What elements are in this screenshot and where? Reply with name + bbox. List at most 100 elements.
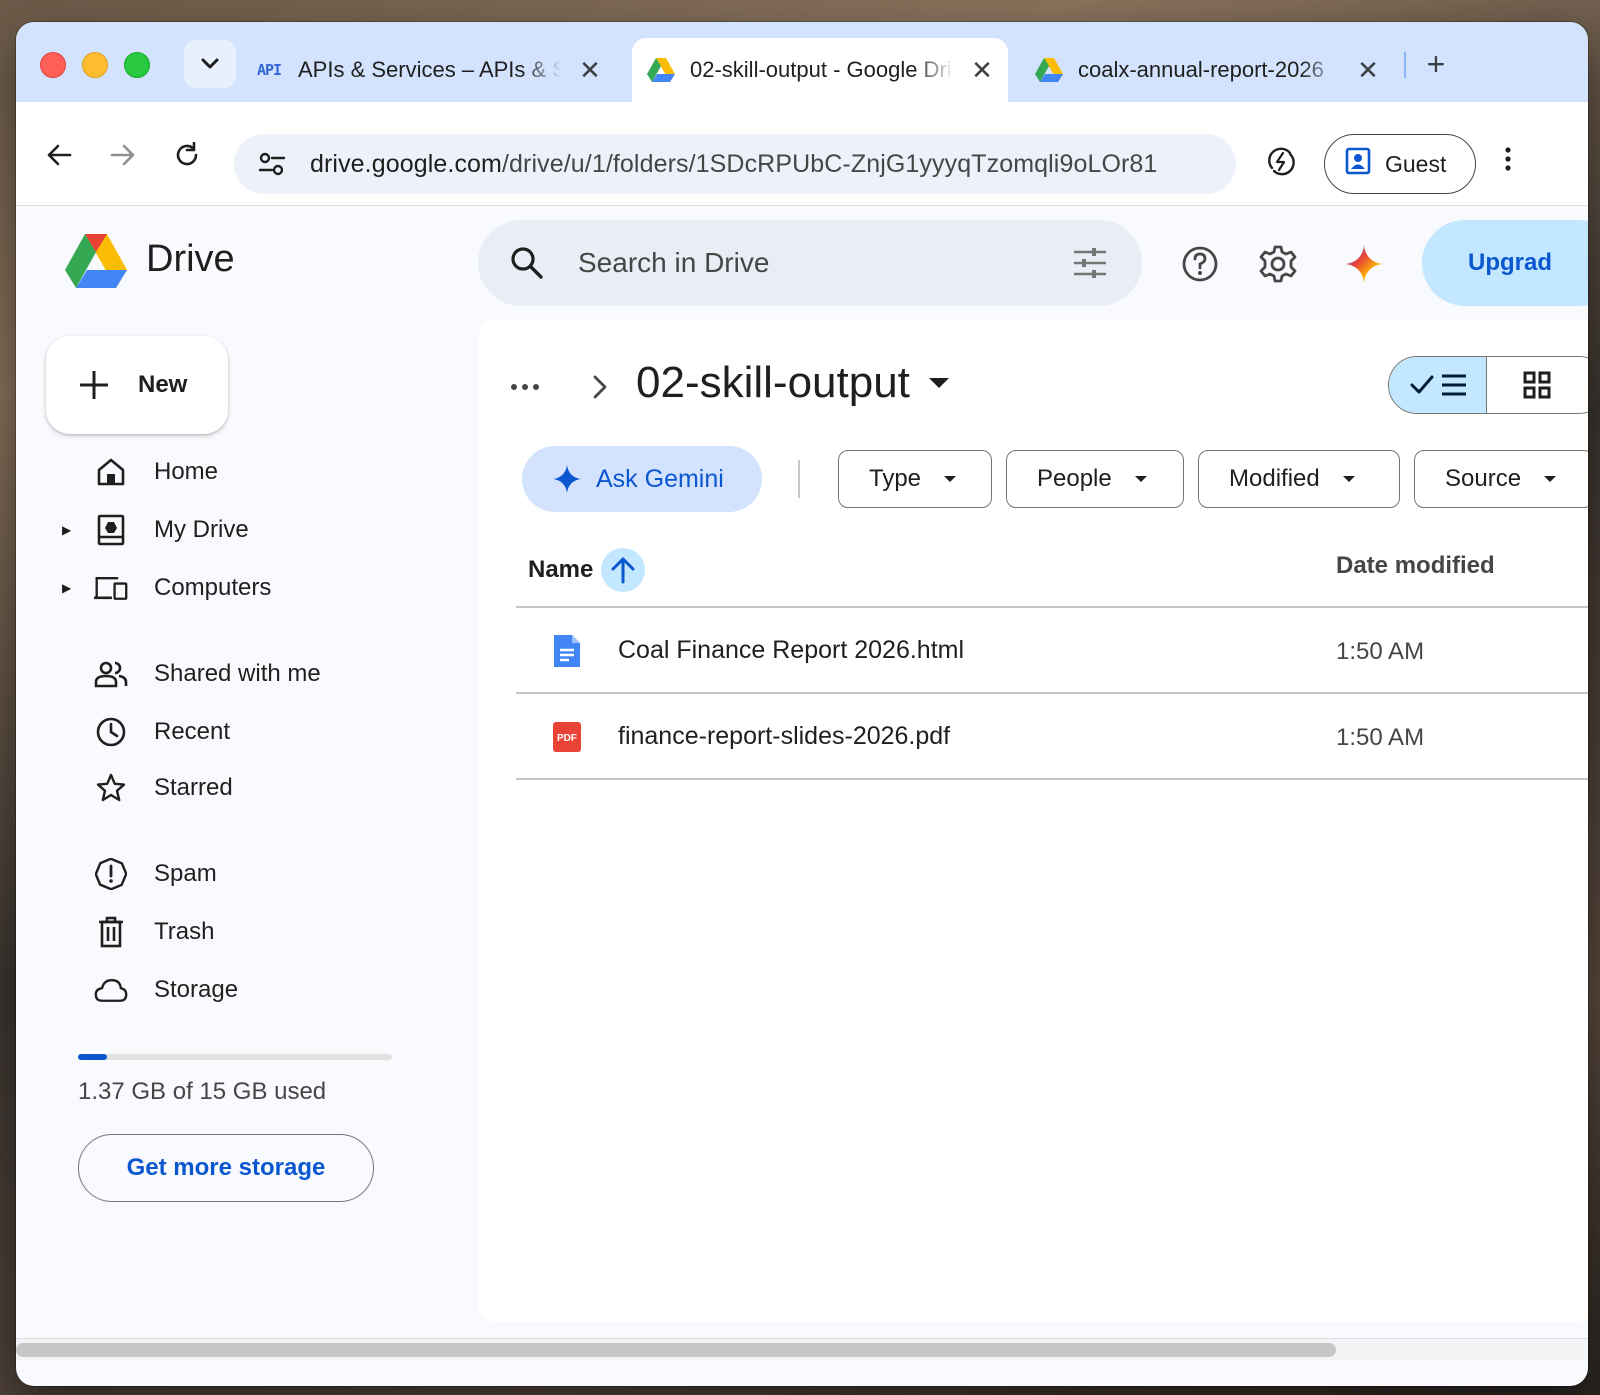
tab-title: 02-skill-output - Google Drive (690, 57, 954, 82)
arrow-right-icon (110, 144, 135, 166)
tab-drive-folder[interactable]: 02-skill-output - Google Drive ✕ (632, 38, 1008, 102)
column-header-name[interactable]: Name (528, 548, 646, 592)
sidebar-item-label: Recent (154, 718, 231, 745)
performance-icon[interactable] (1266, 146, 1296, 181)
new-button[interactable]: New (46, 336, 228, 434)
tab-title: APIs & Services – APIs & Services (298, 57, 562, 82)
new-label: New (138, 371, 188, 398)
sidebar-item-recent[interactable]: Recent (52, 706, 472, 758)
site-settings-icon[interactable] (244, 151, 300, 177)
search-options-icon[interactable] (1072, 247, 1108, 279)
filter-chip-people[interactable]: People (1006, 450, 1184, 508)
file-row[interactable]: PDF finance-report-slides-2026.pdf 1:50 … (516, 694, 1588, 780)
grid-view-button[interactable] (1487, 357, 1587, 413)
expand-caret-icon[interactable]: ▶ (62, 581, 71, 595)
file-date-modified: 1:50 AM (1336, 638, 1425, 665)
row-divider (516, 778, 1588, 780)
sort-ascending-button[interactable] (601, 548, 646, 592)
tab-coalx-annual-report[interactable]: coalx-annual-report-2026 ✕ (1020, 38, 1382, 102)
storage-used-text: 1.37 GB of 15 GB used (78, 1078, 327, 1105)
tab-apis-services[interactable]: API APIs & Services – APIs & Services ✕ (240, 38, 604, 102)
sidebar-item-label: Storage (154, 976, 239, 1003)
column-header-date-modified[interactable]: Date modified (1336, 552, 1495, 580)
sidebar-item-label: Trash (154, 918, 215, 945)
tab-close-icon[interactable]: ✕ (968, 55, 996, 86)
sidebar-item-storage[interactable]: Storage (52, 964, 472, 1016)
check-list-icon (1410, 374, 1466, 396)
profile-button[interactable]: Guest (1324, 134, 1476, 194)
dropdown-arrow-icon (943, 475, 957, 483)
file-row[interactable]: Coal Finance Report 2026.html 1:50 AM (516, 608, 1588, 694)
drive-search-input[interactable]: Search in Drive (478, 220, 1142, 306)
gemini-sparkle-icon (1345, 245, 1383, 283)
more-horiz-icon (511, 384, 539, 390)
filter-chip-label: Type (869, 465, 922, 492)
tab-close-icon[interactable]: ✕ (1354, 55, 1382, 86)
gear-icon (1259, 245, 1297, 283)
close-window-button[interactable] (40, 52, 66, 78)
my-drive-icon (94, 513, 128, 547)
folder-title-button[interactable]: 02-skill-output (636, 358, 950, 408)
url-host: drive.google.com (310, 149, 502, 178)
expand-caret-icon[interactable]: ▶ (62, 523, 71, 537)
search-placeholder: Search in Drive (578, 247, 770, 278)
profile-label: Guest (1385, 150, 1447, 177)
gemini-button[interactable] (1342, 242, 1386, 286)
search-icon[interactable] (510, 246, 544, 280)
ask-gemini-button[interactable]: Ask Gemini (522, 446, 762, 512)
minimize-window-button[interactable] (82, 52, 108, 78)
reload-button[interactable] (170, 138, 204, 172)
sidebar-item-computers[interactable]: ▶ Computers (52, 562, 472, 614)
grid-icon (1523, 371, 1551, 399)
filter-chip-source[interactable]: Source (1414, 450, 1588, 508)
sidebar-item-shared-with-me[interactable]: Shared with me (52, 648, 472, 700)
filter-chip-modified[interactable]: Modified (1198, 450, 1400, 508)
settings-button[interactable] (1256, 242, 1300, 286)
browser-menu-button[interactable] (1504, 146, 1512, 177)
filter-chip-label: Modified (1229, 465, 1320, 492)
breadcrumb-more-button[interactable] (510, 372, 540, 407)
reload-icon (176, 142, 198, 166)
sidebar-item-home[interactable]: Home (52, 446, 472, 498)
get-more-storage-button[interactable]: Get more storage (78, 1134, 374, 1202)
drive-logo[interactable] (64, 232, 128, 295)
tab-close-icon[interactable]: ✕ (576, 55, 604, 86)
help-button[interactable] (1178, 242, 1222, 286)
sidebar-item-trash[interactable]: Trash (52, 906, 472, 958)
scrollbar-thumb[interactable] (16, 1343, 1336, 1357)
url-text: drive.google.com/drive/u/1/folders/1SDcR… (310, 150, 1157, 179)
pdf-file-icon: PDF (553, 722, 581, 752)
storage-progress-bar (78, 1054, 392, 1060)
tab-divider (1404, 52, 1406, 78)
list-view-button[interactable] (1389, 357, 1487, 413)
sidebar-item-label: Computers (154, 574, 272, 601)
home-icon (94, 455, 128, 489)
more-vert-icon (1505, 147, 1511, 171)
trash-icon (94, 915, 128, 949)
tab-search-button[interactable] (184, 40, 236, 88)
forward-button[interactable] (106, 138, 140, 172)
sidebar-item-my-drive[interactable]: ▶ My Drive (52, 504, 472, 556)
new-tab-button[interactable]: + (1420, 48, 1452, 80)
spam-icon (94, 857, 128, 891)
filter-chip-type[interactable]: Type (838, 450, 992, 508)
address-bar[interactable]: drive.google.com/drive/u/1/folders/1SDcR… (234, 134, 1236, 194)
sidebar-item-starred[interactable]: Starred (52, 762, 472, 814)
filter-chip-label: People (1037, 465, 1112, 492)
maximize-window-button[interactable] (124, 52, 150, 78)
sidebar-item-label: Home (154, 458, 219, 485)
upgrade-button[interactable]: Upgrad (1422, 220, 1588, 306)
clock-icon (94, 715, 128, 749)
view-toggle (1388, 356, 1588, 414)
file-name: finance-report-slides-2026.pdf (618, 722, 951, 750)
drive-icon (1034, 55, 1064, 85)
gemini-sparkle-icon (552, 464, 582, 494)
horizontal-scrollbar[interactable] (16, 1338, 1588, 1360)
storage-progress-fill (78, 1054, 107, 1060)
back-button[interactable] (42, 138, 76, 172)
star-icon (94, 771, 128, 805)
arrow-left-icon (47, 144, 72, 166)
dropdown-arrow-icon (1342, 475, 1356, 483)
profile-icon (1345, 147, 1371, 181)
sidebar-item-spam[interactable]: Spam (52, 848, 472, 900)
